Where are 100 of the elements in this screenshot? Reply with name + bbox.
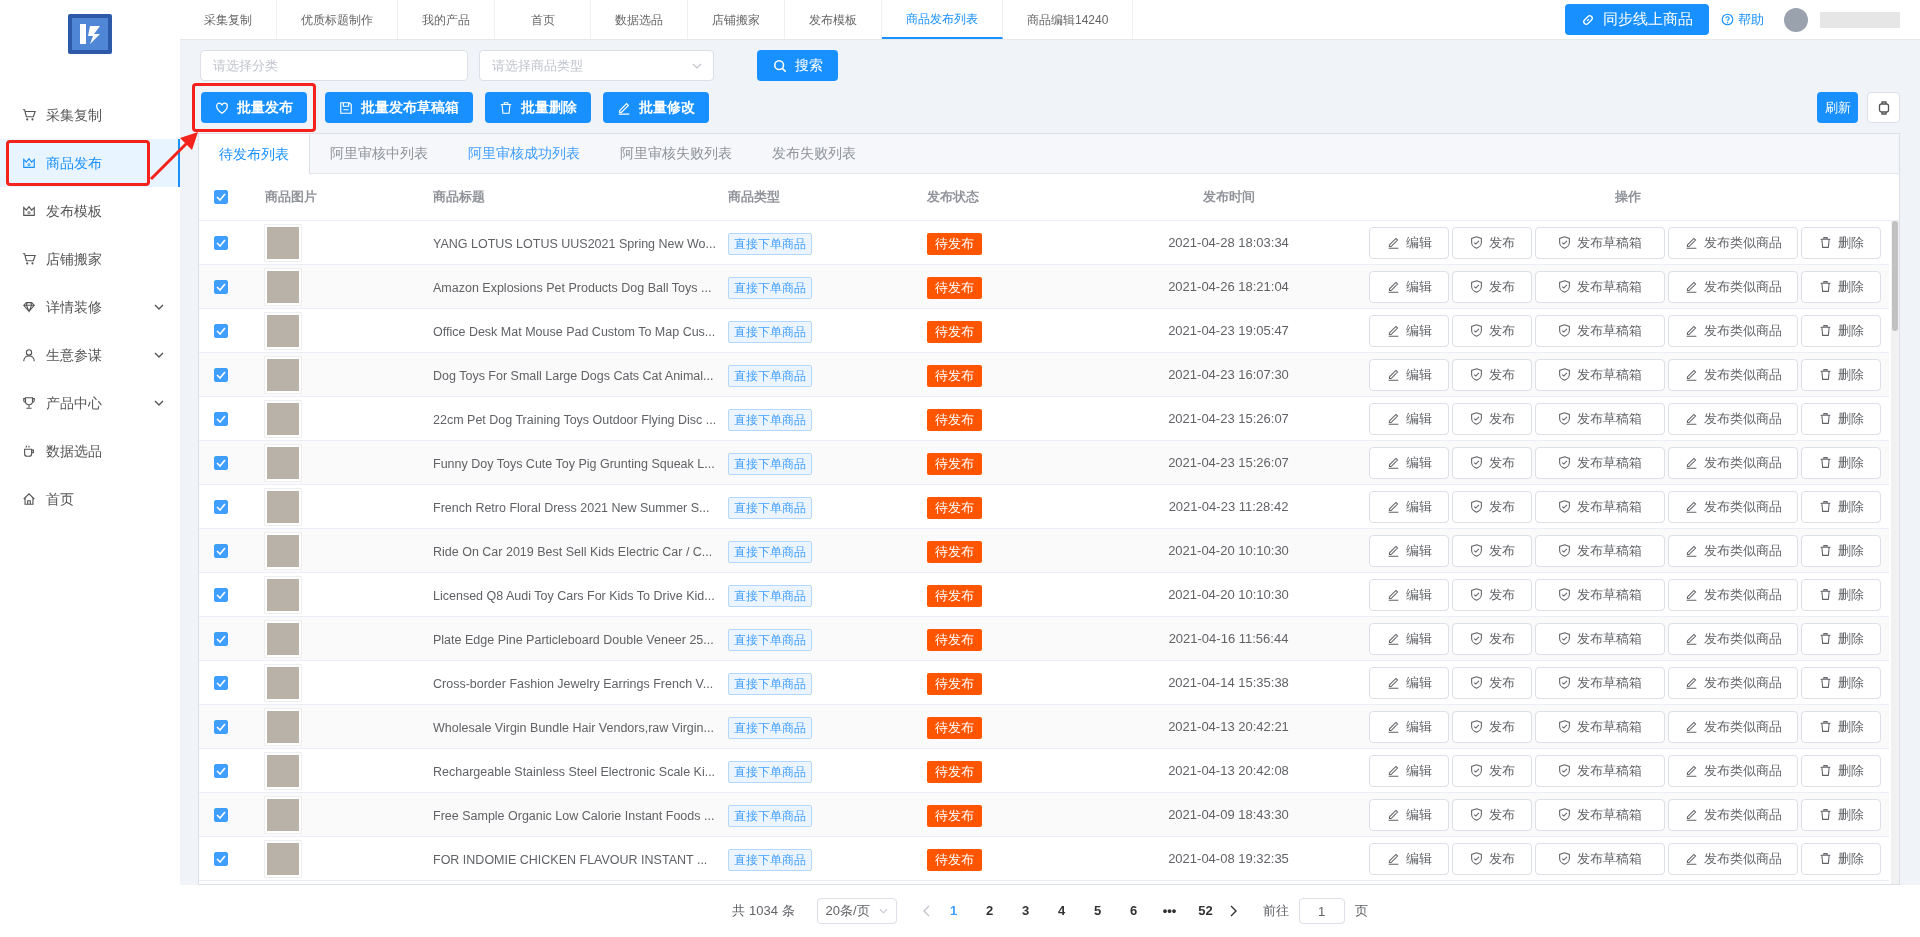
chevron-left-icon[interactable] [922,905,931,917]
checkbox[interactable] [214,367,228,382]
action-button[interactable]: 发布类似商品 [1668,314,1798,347]
checkbox[interactable] [214,499,228,514]
action-button[interactable]: 发布类似商品 [1668,490,1798,523]
top-tab[interactable]: 首页 [495,0,591,39]
page-number[interactable]: 3 [1012,901,1039,921]
action-button[interactable]: 删除 [1801,534,1881,567]
action-button[interactable]: 编辑 [1369,446,1449,479]
action-button[interactable]: 发布草稿箱 [1535,710,1665,743]
page-size-select[interactable]: 20条/页 [816,898,897,924]
action-button[interactable]: 发布草稿箱 [1535,798,1665,831]
page-input[interactable]: 1 [1298,898,1345,924]
scrollbar[interactable] [1891,221,1899,884]
action-button[interactable]: 删除 [1801,446,1881,479]
checkbox[interactable] [214,323,228,338]
checkbox[interactable] [214,587,228,602]
sidebar-item[interactable]: 产品中心 [0,379,180,427]
action-button[interactable]: 删除 [1801,490,1881,523]
checkbox[interactable] [214,543,228,558]
action-button[interactable]: 发布类似商品 [1668,226,1798,259]
chevron-right-icon[interactable] [1228,905,1237,917]
checkbox[interactable] [214,190,228,204]
action-button[interactable]: 发布类似商品 [1668,270,1798,303]
sidebar-item[interactable]: 采集复制 [0,91,180,139]
action-button[interactable]: 发布 [1452,490,1532,523]
category-field[interactable]: 请选择分类 [200,50,468,81]
action-button[interactable]: 删除 [1801,754,1881,787]
action-button[interactable]: 发布 [1452,842,1532,875]
sidebar-item[interactable]: 详情装修 [0,283,180,331]
action-button[interactable]: 删除 [1801,270,1881,303]
action-button[interactable]: 删除 [1801,226,1881,259]
action-button[interactable]: 发布草稿箱 [1535,446,1665,479]
action-button[interactable]: 发布 [1452,798,1532,831]
action-button[interactable]: 发布类似商品 [1668,710,1798,743]
action-button[interactable]: 编辑 [1369,270,1449,303]
action-button[interactable]: 发布草稿箱 [1535,622,1665,655]
sidebar-item[interactable]: 首页 [0,475,180,523]
action-button[interactable]: 删除 [1801,402,1881,435]
action-button[interactable]: 发布草稿箱 [1535,358,1665,391]
action-button[interactable]: 编辑 [1369,622,1449,655]
action-button[interactable]: 删除 [1801,798,1881,831]
action-button[interactable]: 发布 [1452,226,1532,259]
page-number[interactable]: 4 [1048,901,1075,921]
action-button[interactable]: 发布类似商品 [1668,798,1798,831]
product-type-select[interactable]: 请选择商品类型 [479,50,714,81]
top-tab[interactable]: 商品发布列表 [882,0,1003,39]
action-button[interactable]: 删除 [1801,842,1881,875]
checkbox[interactable] [214,235,228,250]
checkbox[interactable] [214,279,228,294]
top-tab[interactable]: 店铺搬家 [688,0,785,39]
checkbox[interactable] [214,411,228,426]
checkbox[interactable] [214,763,228,778]
action-button[interactable]: 发布草稿箱 [1535,578,1665,611]
action-button[interactable]: 发布类似商品 [1668,402,1798,435]
page-number[interactable]: ••• [1156,901,1183,921]
page-number[interactable]: 2 [976,901,1003,921]
action-button[interactable]: 编辑 [1369,666,1449,699]
action-button[interactable]: 删除 [1801,314,1881,347]
action-button[interactable]: 发布草稿箱 [1535,666,1665,699]
action-button[interactable]: 发布草稿箱 [1535,314,1665,347]
action-button[interactable]: 发布 [1452,314,1532,347]
action-button[interactable]: 发布类似商品 [1668,622,1798,655]
action-button[interactable]: 编辑 [1369,710,1449,743]
action-button[interactable]: 发布草稿箱 [1535,490,1665,523]
top-tab[interactable]: 发布模板 [785,0,882,39]
action-button[interactable]: 发布类似商品 [1668,754,1798,787]
action-button[interactable]: 编辑 [1369,226,1449,259]
help-link[interactable]: 帮助 [1721,9,1764,30]
action-button[interactable]: 发布 [1452,446,1532,479]
checkbox[interactable] [214,851,228,866]
action-button[interactable]: 编辑 [1369,402,1449,435]
sidebar-item[interactable]: 数据选品 [0,427,180,475]
action-button[interactable]: 编辑 [1369,490,1449,523]
action-button[interactable]: 删除 [1801,358,1881,391]
top-tab[interactable]: 采集复制 [180,0,277,39]
sidebar-item[interactable]: 发布模板 [0,187,180,235]
action-button[interactable]: 删除 [1801,622,1881,655]
action-button[interactable]: 发布 [1452,270,1532,303]
action-button[interactable]: 发布草稿箱 [1535,226,1665,259]
action-button[interactable]: 删除 [1801,710,1881,743]
checkbox[interactable] [214,807,228,822]
action-button[interactable]: 发布 [1452,358,1532,391]
sidebar-item[interactable]: 店铺搬家 [0,235,180,283]
top-tab[interactable]: 优质标题制作 [277,0,398,39]
action-button[interactable]: 发布类似商品 [1668,446,1798,479]
action-button[interactable]: 发布 [1452,710,1532,743]
action-button[interactable]: 删除 [1801,578,1881,611]
action-button[interactable]: 编辑 [1369,798,1449,831]
action-button[interactable]: 发布草稿箱 [1535,270,1665,303]
checkbox[interactable] [214,675,228,690]
action-button[interactable]: 发布 [1452,402,1532,435]
sidebar-item[interactable]: 生意参谋 [0,331,180,379]
action-button[interactable]: 发布 [1452,666,1532,699]
action-button[interactable]: 编辑 [1369,314,1449,347]
action-button[interactable]: 发布草稿箱 [1535,402,1665,435]
action-button[interactable]: 删除 [1801,666,1881,699]
action-button[interactable]: 编辑 [1369,534,1449,567]
action-button[interactable]: 发布 [1452,534,1532,567]
action-button[interactable]: 编辑 [1369,754,1449,787]
